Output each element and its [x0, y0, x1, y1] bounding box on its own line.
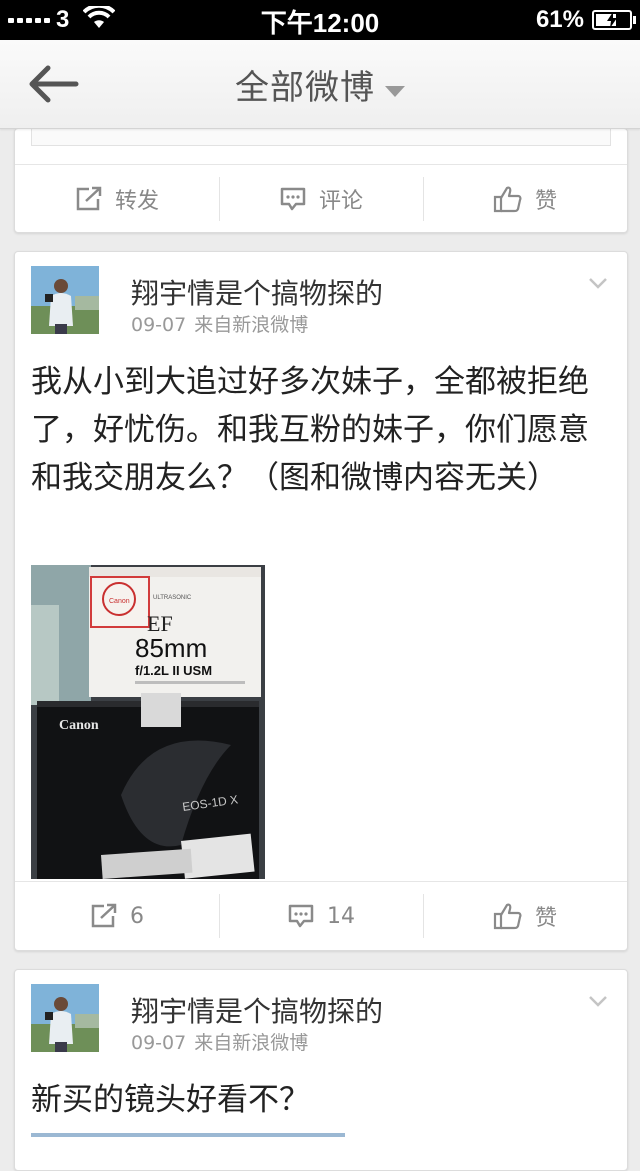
comment-button[interactable]: 评论: [219, 165, 423, 232]
post-photo[interactable]: Canon ULTRASONIC EF 85mm f/1.2L II USM C…: [31, 565, 265, 879]
repost-icon: [91, 903, 117, 928]
feed-card-previous: 转发 评论 赞: [14, 128, 628, 233]
username[interactable]: 翔宇情是个搞物探的: [131, 272, 383, 312]
post-date: 09-07: [131, 1032, 187, 1054]
thumbs-up-icon: [493, 903, 522, 930]
like-button[interactable]: 赞: [423, 882, 627, 950]
post-photo-preview[interactable]: [31, 1133, 345, 1137]
page-title: 全部微博: [235, 68, 375, 108]
avatar[interactable]: [31, 984, 99, 1052]
battery-percent: 61%: [535, 6, 584, 33]
title-dropdown[interactable]: 全部微博: [0, 60, 640, 109]
comment-icon: [288, 904, 314, 928]
chevron-down-icon[interactable]: [587, 276, 609, 290]
svg-text:Canon: Canon: [109, 598, 130, 605]
like-label: 赞: [534, 906, 557, 931]
post-source: 来自新浪微博: [194, 1032, 309, 1054]
feed-card: 翔宇情是个搞物探的 09-07 来自新浪微博 新买的镜头好看不？: [14, 969, 628, 1171]
username[interactable]: 翔宇情是个搞物探的: [131, 990, 383, 1030]
repost-button[interactable]: 6: [15, 882, 219, 950]
repost-icon: [76, 186, 102, 211]
lens-spec: f/1.2L II USM: [135, 663, 212, 678]
battery-area: 61%: [535, 6, 636, 34]
action-bar: 转发 评论 赞: [15, 164, 627, 232]
post-text: 我从小到大追过好多次妹子，全都被拒绝了，好忧伤。和我互粉的妹子，你们愿意和我交朋…: [31, 364, 589, 496]
repost-count: 6: [130, 903, 144, 929]
post-meta: 09-07 来自新浪微博: [131, 310, 308, 337]
repost-label: 转发: [114, 189, 159, 214]
thumbs-up-icon: [493, 186, 522, 213]
status-bar: 3 下午12:00 61%: [0, 0, 640, 40]
comment-label: 评论: [318, 189, 363, 214]
battery-icon: [592, 10, 636, 30]
caret-down-icon: [385, 86, 405, 97]
box-brand: Canon: [59, 718, 99, 733]
comment-count: 14: [327, 903, 355, 929]
comment-button[interactable]: 14: [219, 882, 423, 950]
navigation-bar: 全部微博: [0, 40, 640, 129]
post-date: 09-07: [131, 314, 187, 336]
like-label: 赞: [534, 189, 557, 214]
comment-icon: [280, 187, 306, 211]
charging-bolt-icon: [607, 12, 617, 28]
quoted-post-box[interactable]: [31, 129, 611, 146]
like-button[interactable]: 赞: [423, 165, 627, 232]
feed-card: 翔宇情是个搞物探的 09-07 来自新浪微博 我从小到大追过好多次妹子，全都被拒绝…: [14, 251, 628, 951]
action-bar: 6 14 赞: [15, 881, 627, 950]
chevron-down-icon[interactable]: [587, 994, 609, 1008]
post-source: 来自新浪微博: [194, 314, 309, 336]
post-text: 新买的镜头好看不？: [31, 1082, 310, 1118]
post-meta: 09-07 来自新浪微博: [131, 1028, 308, 1055]
avatar[interactable]: [31, 266, 99, 334]
svg-text:ULTRASONIC: ULTRASONIC: [153, 595, 192, 601]
lens-focal: 85mm: [135, 633, 207, 663]
repost-button[interactable]: 转发: [15, 165, 219, 232]
